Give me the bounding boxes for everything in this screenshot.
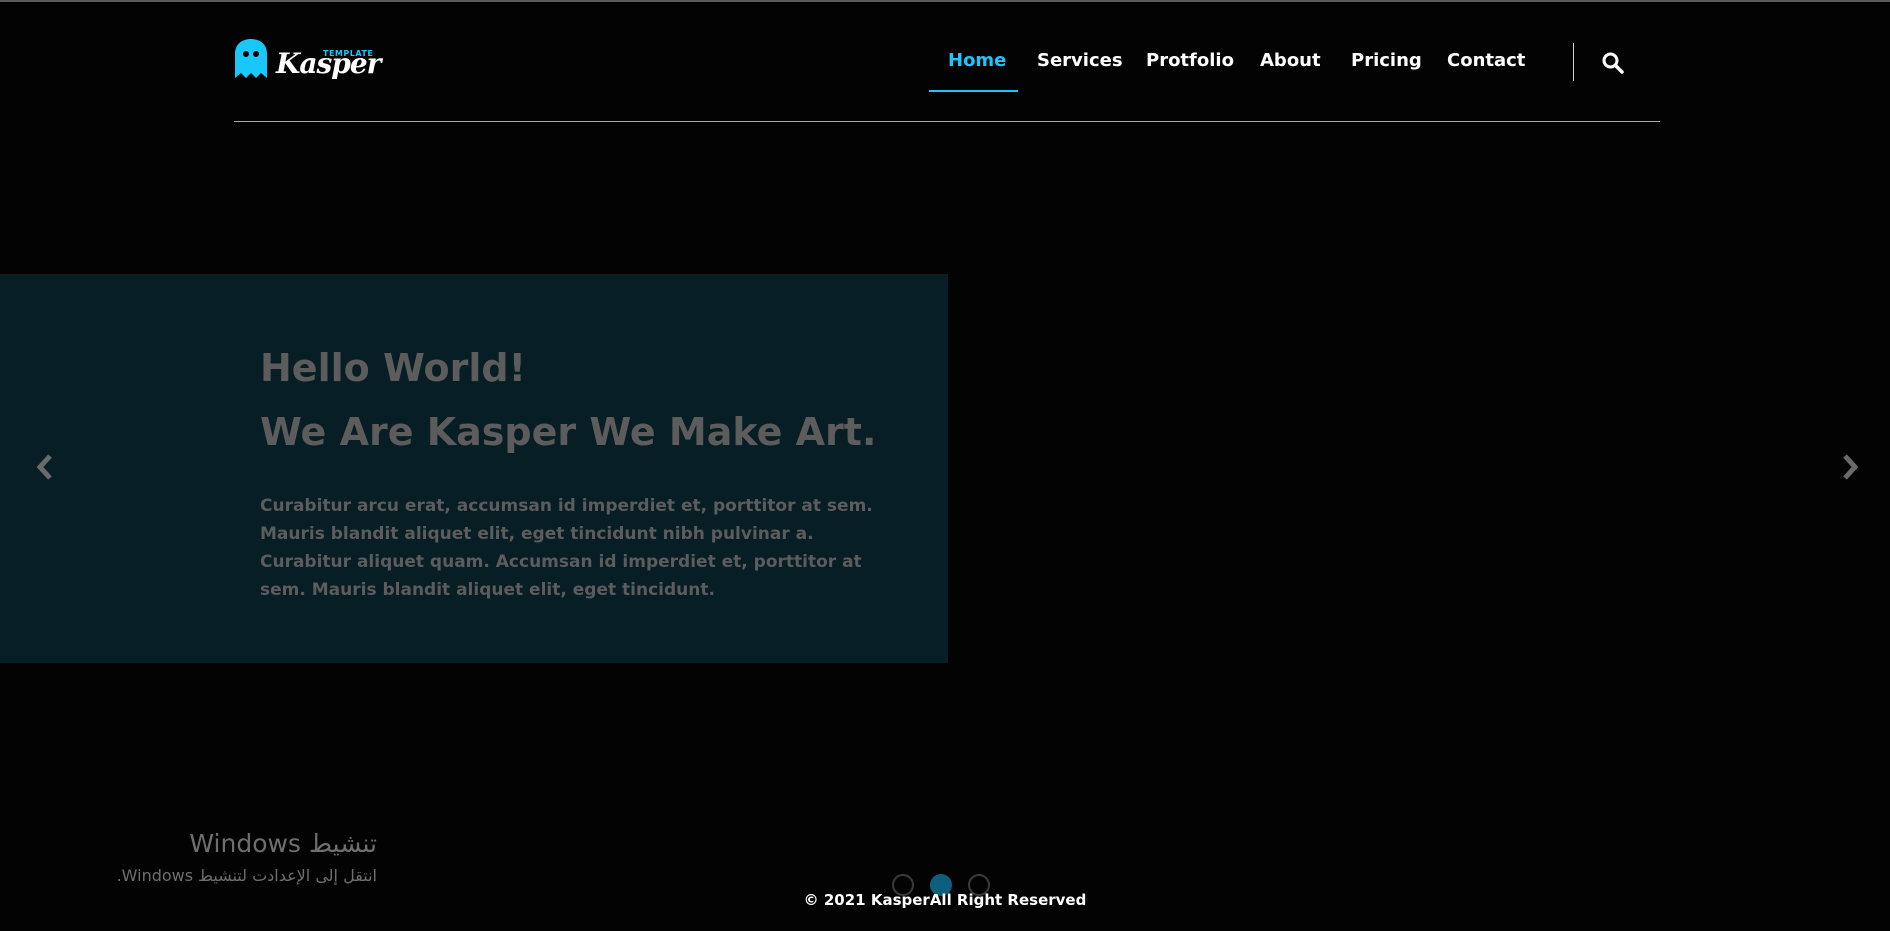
chevron-right-icon[interactable]	[1839, 452, 1861, 482]
hero-title-line2: We Are Kasper We Make Art.	[260, 410, 877, 454]
hero-paragraph: Curabitur arcu erat, accumsan id imperdi…	[260, 496, 873, 600]
active-nav-indicator	[929, 90, 1018, 92]
nav-item-services[interactable]: Services	[1037, 50, 1123, 71]
windows-activation-title: تنشيط Windows	[189, 829, 377, 858]
logo[interactable]: TEMPLATE Kasper	[234, 38, 381, 84]
nav-item-portfolio[interactable]: Protfolio	[1146, 50, 1234, 71]
nav-item-contact[interactable]: Contact	[1447, 50, 1525, 71]
chevron-left-icon[interactable]	[34, 452, 56, 482]
window-top-edge	[0, 0, 1890, 2]
nav-divider	[1573, 43, 1574, 81]
hero-title-line1: Hello World!	[260, 346, 526, 390]
nav-item-home[interactable]: Home	[948, 50, 1006, 71]
ghost-logo-icon	[235, 39, 267, 78]
nav-item-about[interactable]: About	[1260, 50, 1321, 71]
footer-copyright: © 2021 KasperAll Right Reserved	[803, 891, 1087, 909]
search-icon[interactable]	[1601, 51, 1625, 75]
hero-panel	[0, 274, 948, 663]
nav-item-pricing[interactable]: Pricing	[1351, 50, 1422, 71]
brand-name: Kasper	[276, 47, 381, 80]
windows-activation-subtitle: انتقل إلى الإعدادت لتنشيط Windows.	[116, 866, 377, 885]
header-divider	[234, 121, 1660, 122]
